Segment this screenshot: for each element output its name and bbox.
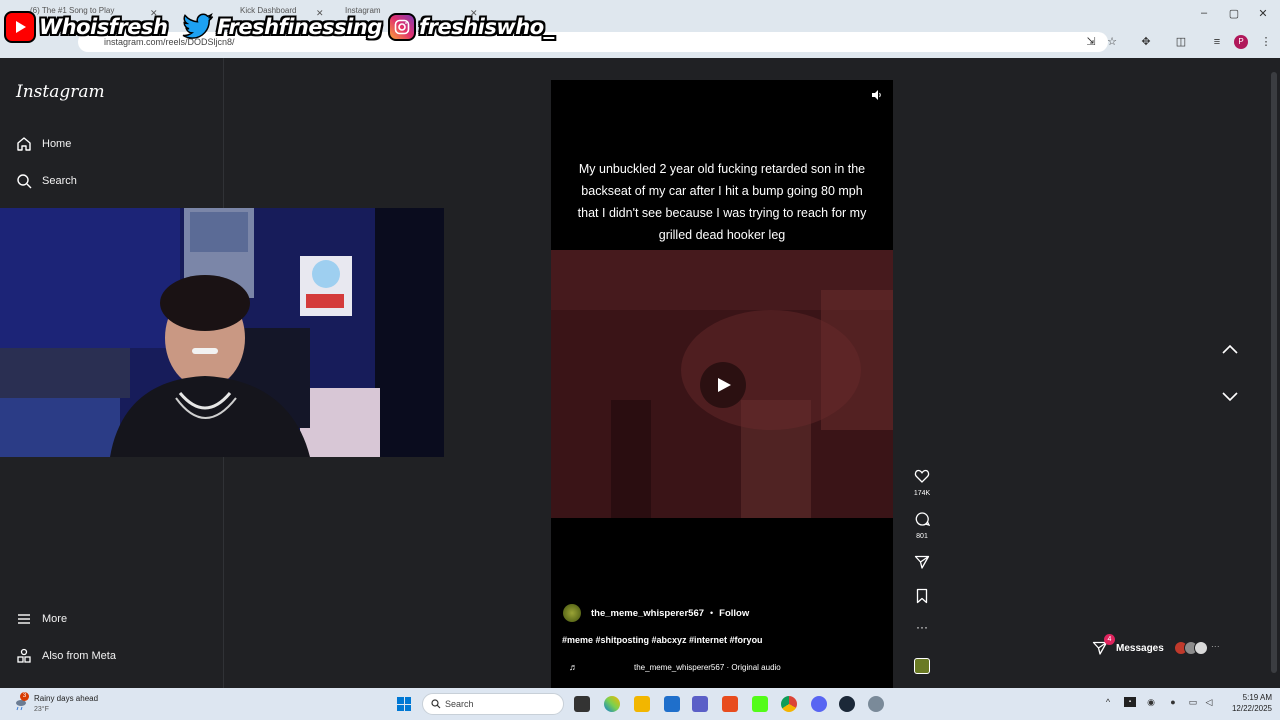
audio-thumbnail[interactable]: [910, 658, 934, 674]
windows-taskbar: 3 Rainy days ahead 23°F Search ^ ▪ ◉ ● ▭…: [0, 688, 1280, 720]
sidebar-item-label: Also from Meta: [42, 650, 116, 662]
play-button[interactable]: [700, 362, 746, 408]
chevron-up-icon[interactable]: [1220, 342, 1240, 356]
play-icon: [718, 378, 731, 392]
twitter-bird-icon: [182, 11, 214, 43]
reel-video-frame[interactable]: [551, 250, 893, 518]
reel-hashtags[interactable]: #meme #shitposting #abcxyz #internet #fo…: [562, 635, 763, 645]
discord-icon[interactable]: [811, 696, 827, 712]
taskbar-search[interactable]: Search: [422, 693, 564, 715]
volume-icon[interactable]: [871, 89, 883, 104]
reel-caption-text: My unbuckled 2 year old fucking retarded…: [577, 162, 867, 242]
microphone-icon[interactable]: ●: [1167, 697, 1179, 707]
follow-button[interactable]: Follow: [719, 608, 749, 619]
settings-gear-icon[interactable]: [868, 696, 884, 712]
weather-badge: 3: [20, 692, 29, 701]
sidebar-item-search[interactable]: Search: [16, 170, 77, 192]
bookmark-icon: [916, 588, 928, 604]
send-icon: [914, 555, 930, 569]
save-button[interactable]: [910, 588, 934, 609]
tray-app-icon[interactable]: ▪: [1124, 697, 1136, 707]
search-icon: [431, 699, 441, 709]
media-control-icon[interactable]: ≡: [1210, 35, 1224, 49]
chevron-up-icon[interactable]: ^: [1102, 697, 1114, 707]
search-icon: [17, 174, 32, 189]
teams-icon[interactable]: [692, 696, 708, 712]
weather-temp: 23°F: [34, 706, 49, 713]
maximize-icon[interactable]: ▢: [1227, 7, 1241, 20]
instagram-handle: freshiswho_: [419, 15, 554, 39]
twitter-handle: Freshfinessing: [217, 15, 382, 39]
share-button[interactable]: [910, 554, 934, 575]
sidebar-item-label: Home: [42, 138, 72, 150]
comment-count: 801: [916, 533, 928, 540]
brave-icon[interactable]: [722, 696, 738, 712]
avatar: [1193, 641, 1208, 655]
comment-button[interactable]: 801: [910, 511, 934, 540]
overlay-twitter: Freshfinessing: [182, 10, 382, 44]
instagram-icon: [388, 13, 416, 41]
streamer-webcam-image: [0, 208, 444, 457]
overlay-instagram: freshiswho_: [388, 10, 554, 44]
author-avatar[interactable]: [563, 604, 581, 622]
sidebar-item-home[interactable]: Home: [16, 133, 71, 155]
sidebar-item-label: Search: [42, 175, 77, 187]
display-icon[interactable]: ▭: [1187, 697, 1199, 708]
youtube-icon: [4, 11, 36, 43]
sidebar-item-also-from-meta[interactable]: Also from Meta: [16, 645, 116, 667]
profile-avatar[interactable]: P: [1234, 35, 1248, 49]
sidebar-item-label: More: [42, 613, 68, 625]
sidebar-item-more[interactable]: More: [16, 608, 67, 630]
chrome-icon[interactable]: [781, 696, 797, 712]
weather-title: Rainy days ahead: [34, 694, 99, 703]
message-avatars: ···: [1173, 641, 1220, 655]
kick-icon[interactable]: [752, 696, 768, 712]
windows-start-icon[interactable]: [397, 697, 411, 711]
messages-button[interactable]: 4 Messages ···: [1090, 634, 1220, 660]
menu-icon: [18, 614, 30, 624]
minimize-icon[interactable]: –: [1197, 7, 1211, 19]
music-note-icon: ♬: [569, 662, 578, 672]
search-label: Search: [445, 699, 474, 709]
author-username[interactable]: the_meme_whisperer567: [591, 608, 704, 619]
clock-time[interactable]: 5:19 AM: [1236, 693, 1272, 702]
split-view-icon[interactable]: ◫: [1174, 35, 1188, 49]
overlay-youtube: Whoisfresh: [4, 10, 168, 44]
more-vert-icon[interactable]: ⋮: [1259, 35, 1273, 49]
reel-author-row: the_meme_whisperer567 • Follow: [563, 603, 749, 623]
reel-audio-link[interactable]: the_meme_whisperer567 · Original audio: [634, 663, 781, 672]
copilot-icon[interactable]: [604, 696, 620, 712]
extensions-icon[interactable]: ✥: [1139, 35, 1153, 49]
instagram-logo[interactable]: Instagram: [16, 82, 105, 102]
file-explorer-icon[interactable]: [634, 696, 650, 712]
store-icon[interactable]: [664, 696, 680, 712]
messages-label: Messages: [1116, 642, 1164, 654]
network-icon[interactable]: ◉: [1145, 697, 1157, 708]
steam-icon[interactable]: [839, 696, 855, 712]
task-view-icon[interactable]: [574, 696, 590, 712]
more-dots-icon: ···: [1210, 641, 1220, 651]
close-window-icon[interactable]: ✕: [1256, 7, 1270, 20]
meta-icon: [17, 648, 31, 663]
install-app-icon[interactable]: ⇲: [1084, 35, 1098, 49]
home-icon: [17, 137, 31, 151]
youtube-handle: Whoisfresh: [39, 15, 168, 39]
comment-icon: [915, 512, 931, 527]
heart-icon: [914, 469, 930, 483]
separator-dot: •: [710, 608, 714, 618]
reel-player[interactable]: My unbuckled 2 year old fucking retarded…: [551, 80, 893, 688]
speaker-icon[interactable]: ◁: [1203, 697, 1215, 708]
chevron-down-icon[interactable]: [1220, 390, 1240, 404]
more-options-icon[interactable]: ···: [910, 620, 934, 634]
instagram-page: Instagram Home Search More Also from Met…: [0, 58, 1280, 688]
bookmark-star-icon[interactable]: ☆: [1105, 35, 1119, 49]
like-count: 174K: [913, 490, 931, 497]
like-button[interactable]: 174K: [910, 468, 934, 497]
scrollbar-thumb[interactable]: [1271, 72, 1277, 673]
messages-badge: 4: [1104, 634, 1115, 645]
webcam-overlay: [0, 208, 444, 457]
clock-date[interactable]: 12/22/2025: [1222, 704, 1272, 713]
